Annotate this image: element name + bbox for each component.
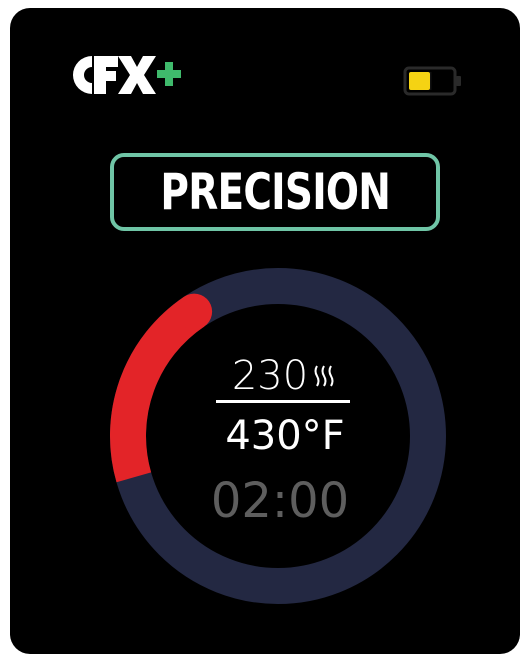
device-screen: PRECISION 230 430°F 02:00 — [10, 8, 520, 654]
mode-label: PRECISION — [160, 163, 391, 221]
battery-level-fill — [409, 72, 430, 90]
mode-selector-button[interactable]: PRECISION — [110, 153, 440, 231]
battery-icon — [403, 66, 461, 96]
dial-progress-arc — [110, 296, 205, 483]
dial-progress-cap — [176, 293, 213, 330]
progress-dial — [110, 268, 446, 604]
cfx-plus-logo — [72, 56, 181, 94]
